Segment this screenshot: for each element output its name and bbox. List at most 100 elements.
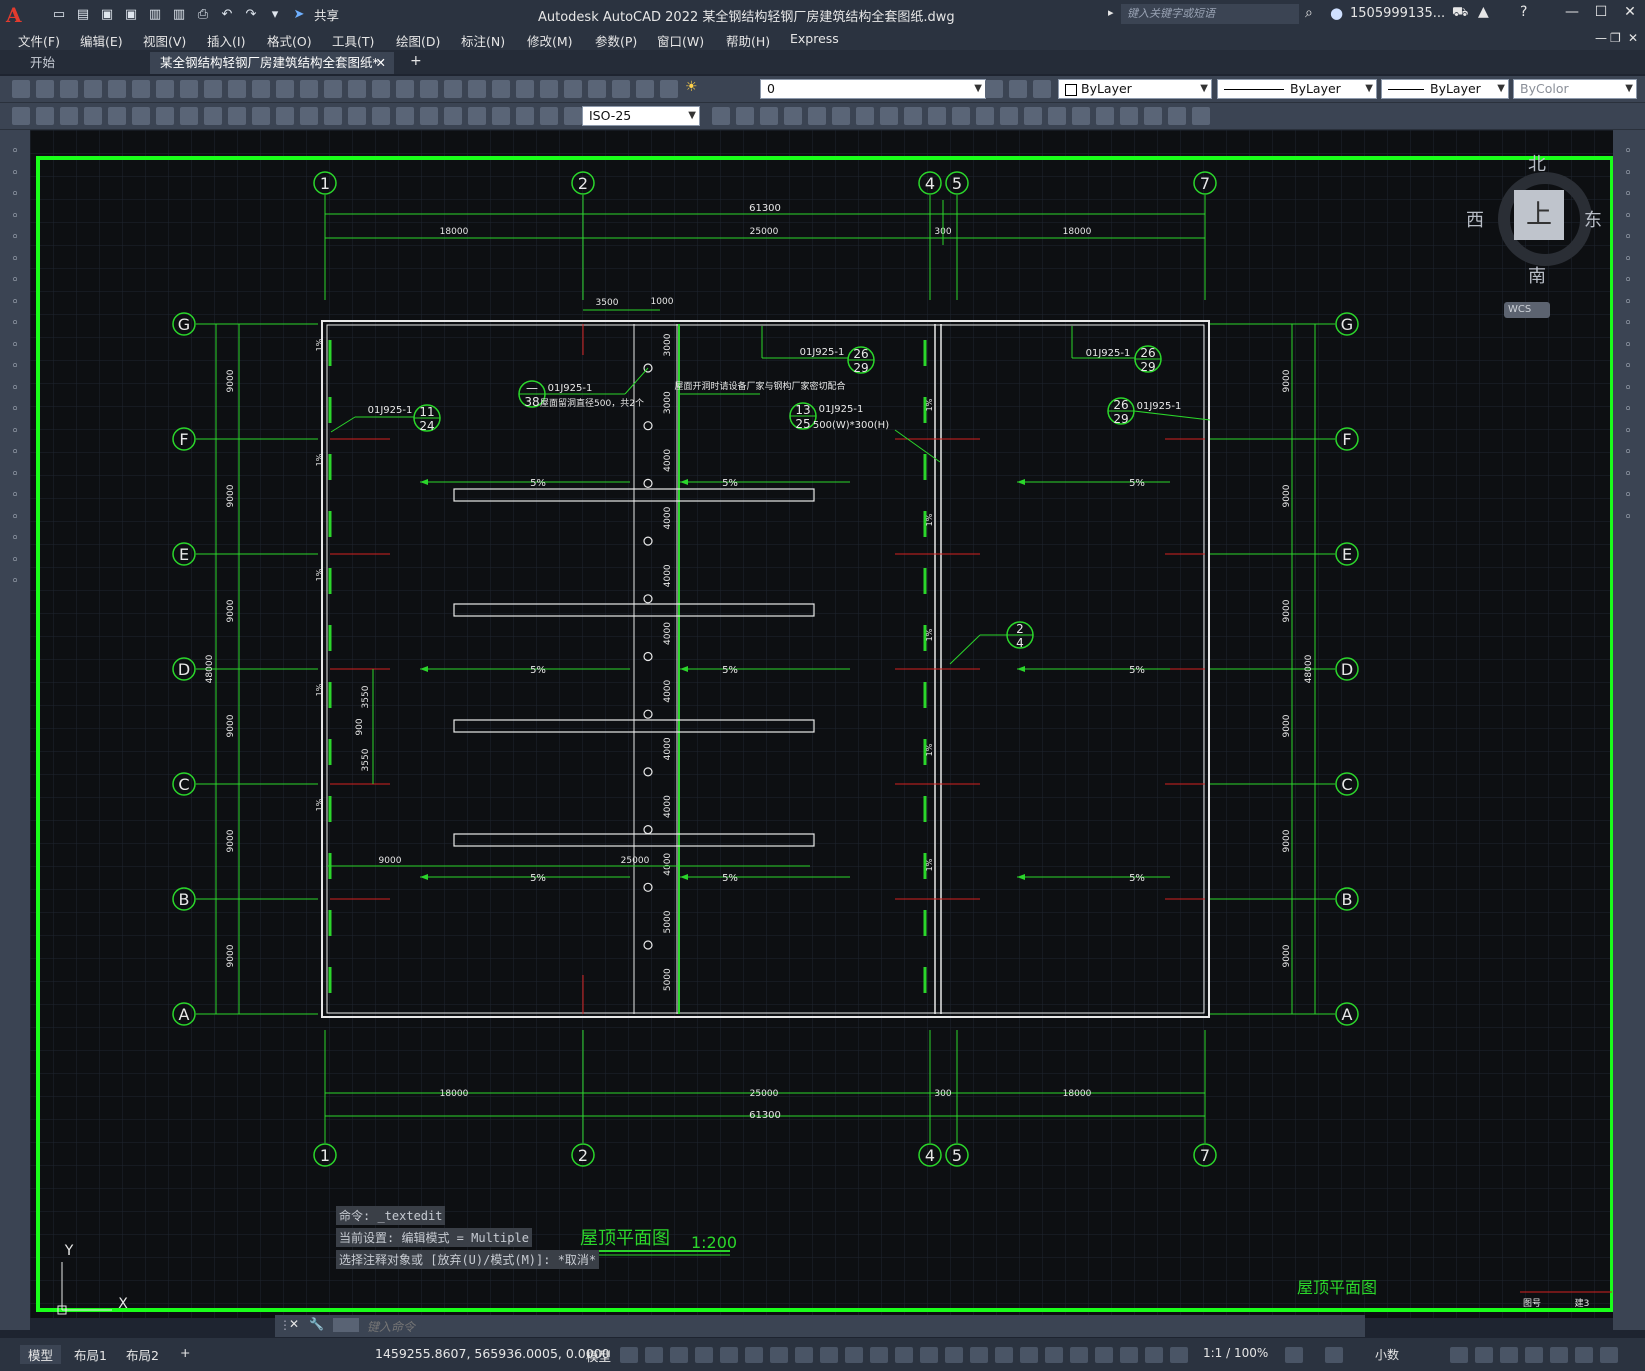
draw-palette-14-icon[interactable]: ◦: [7, 424, 23, 440]
status-toggle-32-icon[interactable]: [1600, 1347, 1618, 1363]
draw-tool-38-icon[interactable]: [1024, 107, 1042, 125]
modify-palette-15-icon[interactable]: ◦: [1620, 445, 1636, 461]
undo-icon[interactable]: ↶: [218, 5, 236, 23]
draw-tool-35-icon[interactable]: [952, 107, 970, 125]
help-icon[interactable]: ?: [1520, 4, 1527, 20]
modify-palette-3-icon[interactable]: ◦: [1620, 187, 1636, 203]
status-toggle-22-icon[interactable]: [1145, 1347, 1163, 1363]
drawing-area[interactable]: 1 1 2 2 4 4 5 5 7 7 G G F F E E D D C C B B A A 61300 18000 25000 3…: [30, 130, 1613, 1318]
drawing-svg[interactable]: 1122445577G GF FE ED DC CB BA A6130018000 25000 3…: [30, 130, 1613, 1318]
standard-tool-21-icon[interactable]: [492, 80, 510, 98]
draw-palette-3-icon[interactable]: ◦: [7, 187, 23, 203]
draw-tool-29-icon[interactable]: [808, 107, 826, 125]
draw-tool-39-icon[interactable]: [1048, 107, 1066, 125]
menu-edit[interactable]: 编辑(E): [80, 31, 123, 50]
menu-window[interactable]: 窗口(W): [657, 31, 704, 50]
share-label[interactable]: 共享: [314, 5, 339, 24]
draw-tool-19-icon[interactable]: [444, 107, 462, 125]
print-icon[interactable]: ⎙: [194, 5, 212, 23]
modify-palette-8-icon[interactable]: ◦: [1620, 295, 1636, 311]
units-dropdown[interactable]: 小数: [1375, 1346, 1399, 1363]
doc-close-icon[interactable]: ✕: [1628, 31, 1638, 45]
status-toggle-3-icon[interactable]: [670, 1347, 688, 1363]
draw-tool-42-icon[interactable]: [1120, 107, 1138, 125]
minimize-icon[interactable]: —: [1559, 4, 1585, 24]
search-expand-icon[interactable]: ▸: [1108, 6, 1114, 19]
draw-tool-3-icon[interactable]: [60, 107, 78, 125]
standard-tool-10-icon[interactable]: [228, 80, 246, 98]
user-name[interactable]: 1505999135...: [1350, 6, 1445, 21]
draw-palette-12-icon[interactable]: ◦: [7, 381, 23, 397]
draw-tool-43-icon[interactable]: [1144, 107, 1162, 125]
status-toggle-23-icon[interactable]: [1170, 1347, 1188, 1363]
share-icon[interactable]: ➤: [290, 5, 308, 23]
status-toggle-18-icon[interactable]: [1045, 1347, 1063, 1363]
standard-tool-7-icon[interactable]: [156, 80, 174, 98]
layer-dropdown[interactable]: 0 ▼: [760, 79, 986, 99]
autocad-logo-icon[interactable]: A: [6, 3, 28, 27]
draw-palette-13-icon[interactable]: ◦: [7, 402, 23, 418]
draw-tool-25-icon[interactable]: [712, 107, 730, 125]
linetype-dropdown[interactable]: ByLayer ▼: [1217, 79, 1377, 99]
viewcube[interactable]: 上 北 南 西 东: [1466, 150, 1602, 287]
status-toggle-19-icon[interactable]: [1070, 1347, 1088, 1363]
status-toggle-4-icon[interactable]: [695, 1347, 713, 1363]
draw-palette-11-icon[interactable]: ◦: [7, 359, 23, 375]
draw-palette-20-icon[interactable]: ◦: [7, 553, 23, 569]
status-toggle-8-icon[interactable]: [795, 1347, 813, 1363]
compass-north[interactable]: 北: [1528, 150, 1546, 176]
close-icon[interactable]: ✕: [1617, 4, 1643, 24]
coordinates-readout[interactable]: 1459255.8607, 565936.0005, 0.0000: [375, 1346, 610, 1361]
lineweight-dropdown[interactable]: ByLayer ▼: [1381, 79, 1509, 99]
color-dropdown[interactable]: ByLayer ▼: [1058, 79, 1212, 99]
draw-tool-26-icon[interactable]: [736, 107, 754, 125]
standard-tool-30-icon[interactable]: [1009, 80, 1027, 98]
status-toggle-25-icon[interactable]: [1325, 1347, 1343, 1363]
menu-insert[interactable]: 插入(I): [207, 31, 245, 50]
draw-tool-14-icon[interactable]: [324, 107, 342, 125]
save-as-icon[interactable]: ▣: [122, 5, 140, 23]
close-command-icon[interactable]: ✕: [289, 1317, 299, 1331]
status-toggle-5-icon[interactable]: [720, 1347, 738, 1363]
status-toggle-16-icon[interactable]: [995, 1347, 1013, 1363]
draw-tool-23-icon[interactable]: [540, 107, 558, 125]
draw-palette-4-icon[interactable]: ◦: [7, 209, 23, 225]
menu-view[interactable]: 视图(V): [143, 31, 186, 50]
standard-tool-6-icon[interactable]: [132, 80, 150, 98]
status-toggle-2-icon[interactable]: [645, 1347, 663, 1363]
maximize-icon[interactable]: ☐: [1588, 4, 1614, 24]
status-toggle-30-icon[interactable]: [1550, 1347, 1568, 1363]
draw-palette-18-icon[interactable]: ◦: [7, 510, 23, 526]
modify-palette-12-icon[interactable]: ◦: [1620, 381, 1636, 397]
standard-tool-26-icon[interactable]: [612, 80, 630, 98]
draw-tool-1-icon[interactable]: [12, 107, 30, 125]
standard-tool-9-icon[interactable]: [204, 80, 222, 98]
viewcube-face[interactable]: 上: [1514, 190, 1564, 240]
draw-palette-21-icon[interactable]: ◦: [7, 574, 23, 590]
plotstyle-dropdown[interactable]: ByColor ▼: [1513, 79, 1637, 99]
draw-tool-36-icon[interactable]: [976, 107, 994, 125]
draw-palette-7-icon[interactable]: ◦: [7, 273, 23, 289]
draw-tool-32-icon[interactable]: [880, 107, 898, 125]
draw-tool-21-icon[interactable]: [492, 107, 510, 125]
standard-tool-25-icon[interactable]: [588, 80, 606, 98]
draw-tool-44-icon[interactable]: [1168, 107, 1186, 125]
draw-palette-6-icon[interactable]: ◦: [7, 252, 23, 268]
status-toggle-15-icon[interactable]: [970, 1347, 988, 1363]
modify-palette-6-icon[interactable]: ◦: [1620, 252, 1636, 268]
menu-draw[interactable]: 绘图(D): [396, 31, 440, 50]
draw-tool-22-icon[interactable]: [516, 107, 534, 125]
standard-tool-17-icon[interactable]: [396, 80, 414, 98]
standard-tool-28-icon[interactable]: [660, 80, 678, 98]
standard-tool-23-icon[interactable]: [540, 80, 558, 98]
customize-dropdown-icon[interactable]: ▾: [266, 5, 284, 23]
new-tab-icon[interactable]: +: [410, 53, 422, 69]
save-web-icon[interactable]: ▥: [170, 5, 188, 23]
add-layout-icon[interactable]: +: [172, 1345, 198, 1360]
draw-tool-27-icon[interactable]: [760, 107, 778, 125]
draw-tool-37-icon[interactable]: [1000, 107, 1018, 125]
draw-palette-15-icon[interactable]: ◦: [7, 445, 23, 461]
draw-palette-2-icon[interactable]: ◦: [7, 166, 23, 182]
open-web-icon[interactable]: ▥: [146, 5, 164, 23]
draw-palette-8-icon[interactable]: ◦: [7, 295, 23, 311]
